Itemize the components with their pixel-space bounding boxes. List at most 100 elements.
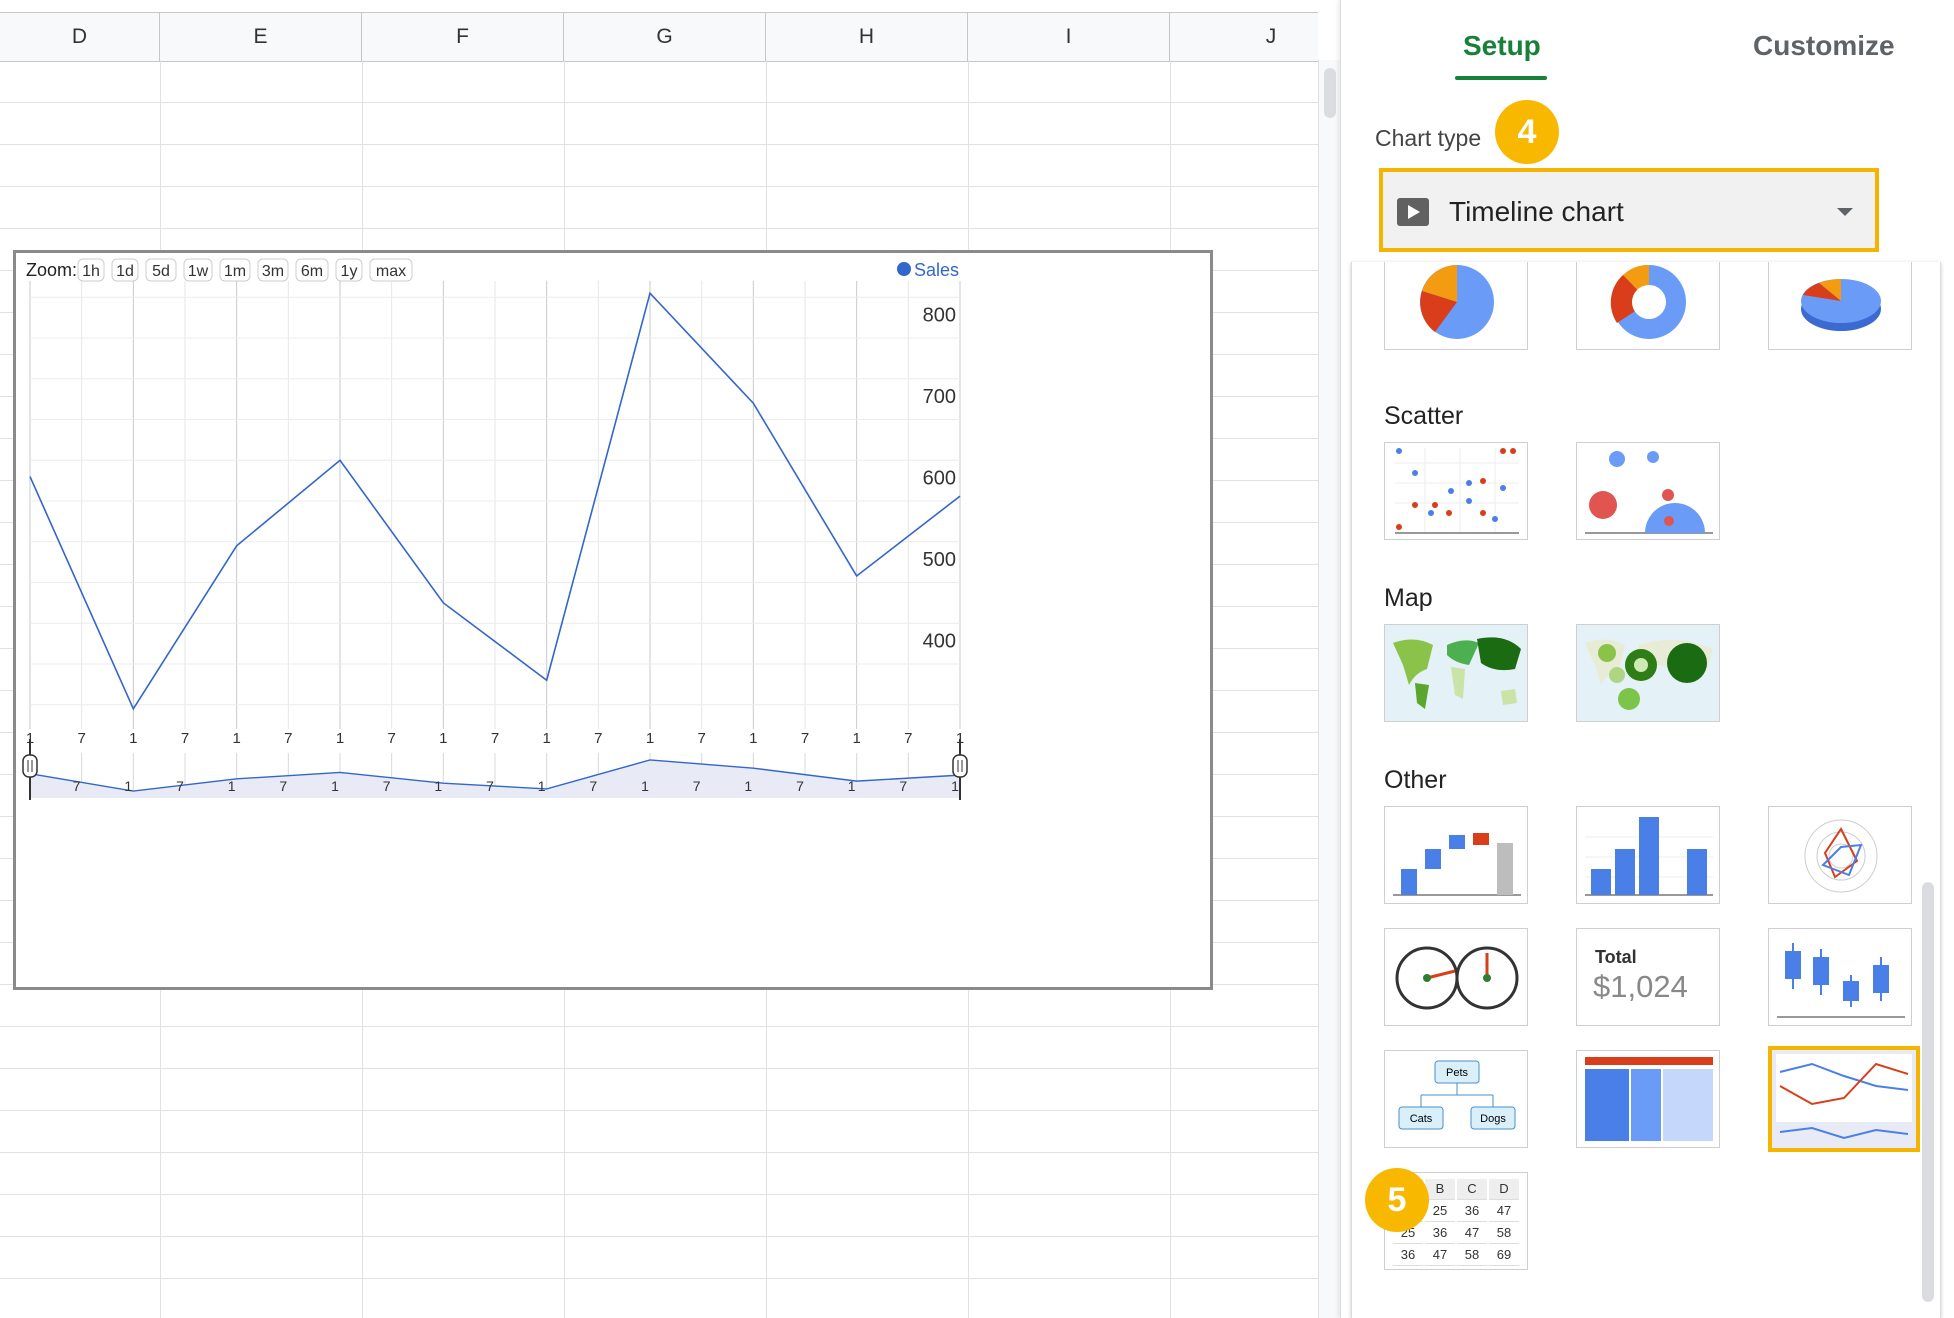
range-tick-label: 1	[228, 778, 236, 794]
column-header-j[interactable]: J	[1170, 13, 1318, 61]
grid-row-line	[0, 1068, 1318, 1069]
x-tick-label: 7	[77, 730, 85, 747]
timeline-chart-icon	[1397, 198, 1429, 226]
table-thumb-cell: 36	[1393, 1245, 1423, 1266]
zoom-button-label: 3m	[262, 263, 284, 280]
y-tick-label-500: 500	[923, 549, 956, 571]
radar-chart-thumb[interactable]	[1768, 806, 1912, 904]
range-handle-left	[22, 754, 38, 778]
range-tick-label: 7	[899, 778, 907, 794]
tab-setup[interactable]: Setup	[1463, 30, 1541, 62]
3d-pie-chart-thumb[interactable]	[1768, 262, 1912, 350]
legend-marker	[897, 262, 911, 276]
timeline-chart-svg: Zoom: 1h 1d 5d 1w 1m 3m 6m 1y max Sales 800 700 600 50…	[22, 258, 968, 800]
range-tick-label: 7	[693, 778, 701, 794]
x-tick-label: 1	[439, 730, 447, 747]
y-tick-label-400: 400	[923, 631, 956, 653]
range-tick-label: 7	[73, 778, 81, 794]
range-tick-label: 1	[434, 778, 442, 794]
section-other: Other	[1384, 766, 1447, 794]
donut-chart-icon	[1610, 264, 1686, 339]
tab-customize[interactable]: Customize	[1753, 30, 1895, 62]
range-tick-label: 7	[176, 778, 184, 794]
column-header-i[interactable]: I	[968, 13, 1170, 61]
zoom-button-label: max	[376, 263, 406, 280]
org-left-label: Cats	[1410, 1113, 1433, 1125]
column-header-h[interactable]: H	[766, 13, 968, 61]
column-header-g[interactable]: G	[564, 13, 766, 61]
range-tick-label: 1	[744, 778, 752, 794]
chart-type-gallery[interactable]: Scatter Map Other Total $1,024 Pets Cats…	[1351, 262, 1941, 1318]
treemap-chart-icon	[1585, 1057, 1713, 1141]
grid-row-line	[0, 1236, 1318, 1237]
range-tick-label: 1	[848, 778, 856, 794]
chart-type-value: Timeline chart	[1449, 196, 1624, 227]
org-chart-icon: Pets Cats Dogs	[1398, 1060, 1516, 1130]
geo-markers-icon	[1577, 625, 1719, 721]
legend-sales: Sales	[914, 260, 959, 280]
org-chart-thumb[interactable]: Pets Cats Dogs	[1384, 1050, 1528, 1148]
chart-type-dropdown[interactable]: Timeline chart	[1379, 168, 1879, 252]
waterfall-chart-thumb[interactable]	[1384, 806, 1528, 904]
x-tick-label: 1	[749, 730, 757, 747]
range-tick-label: 7	[486, 778, 494, 794]
range-tick-label: 7	[589, 778, 597, 794]
pie-chart-thumb[interactable]	[1384, 262, 1528, 350]
table-thumb-cell: 47	[1457, 1223, 1487, 1244]
scorecard-chart-thumb[interactable]: Total $1,024	[1576, 928, 1720, 1026]
grid-row-line	[0, 1110, 1318, 1111]
grid-row-line	[0, 186, 1318, 187]
table-thumb-header-cell: C	[1457, 1179, 1487, 1200]
table-thumb-header-cell: D	[1489, 1179, 1519, 1200]
grid-row-line	[0, 144, 1318, 145]
spreadsheet-grid[interactable]: D E F G H I J Zoom: 1h 1d 5d 1w 1m 3m 6m 1y max Sa…	[0, 0, 1318, 1318]
x-tick-label: 7	[284, 730, 292, 747]
range-tick-label: 1	[641, 778, 649, 794]
chart-editor-panel: Setup Customize Chart type 4 Timeline ch…	[1340, 0, 1954, 1318]
x-tick-label: 7	[594, 730, 602, 747]
table-thumb-cell: 47	[1425, 1245, 1455, 1266]
x-tick-label: 7	[387, 730, 395, 747]
gallery-scroll-thumb[interactable]	[1922, 882, 1934, 1302]
section-map: Map	[1384, 584, 1433, 612]
range-tick-label: 1	[951, 778, 959, 794]
x-tick-label: 7	[491, 730, 499, 747]
histogram-chart-icon	[1585, 817, 1713, 896]
table-thumb-cell: 25	[1425, 1201, 1455, 1222]
step-badge-5: 5	[1365, 1168, 1429, 1232]
dropdown-caret-icon	[1837, 208, 1853, 216]
geo-chart-markers-thumb[interactable]	[1576, 624, 1720, 722]
range-tick-label: 1	[538, 778, 546, 794]
x-tick-label: 1	[646, 730, 654, 747]
section-scatter: Scatter	[1384, 402, 1464, 430]
x-tick-label: 1	[336, 730, 344, 747]
sheet-scroll-thumb[interactable]	[1324, 68, 1336, 118]
column-header-e[interactable]: E	[160, 13, 362, 61]
column-header-bar: D E F G H I J	[0, 12, 1318, 62]
bubble-chart-thumb[interactable]	[1576, 442, 1720, 540]
zoom-button-label: 1h	[82, 263, 100, 280]
sheet-vertical-scrollbar[interactable]	[1318, 60, 1341, 1318]
gauge-chart-thumb[interactable]	[1384, 928, 1528, 1026]
donut-chart-thumb[interactable]	[1576, 262, 1720, 350]
timeline-chart[interactable]: Zoom: 1h 1d 5d 1w 1m 3m 6m 1y max Sales 800 700 600 50…	[13, 250, 1213, 990]
scatter-chart-thumb[interactable]	[1384, 442, 1528, 540]
geo-chart-thumb[interactable]	[1384, 624, 1528, 722]
column-header-f[interactable]: F	[362, 13, 564, 61]
x-tick-label: 1	[542, 730, 550, 747]
grid-row-line	[0, 102, 1318, 103]
candlestick-chart-thumb[interactable]	[1768, 928, 1912, 1026]
column-header-d[interactable]: D	[0, 13, 160, 61]
x-tick-label: 7	[904, 730, 912, 747]
x-tick-label: 7	[801, 730, 809, 747]
waterfall-chart-icon	[1393, 833, 1521, 896]
active-tab-indicator	[1455, 76, 1547, 80]
histogram-chart-thumb[interactable]	[1576, 806, 1720, 904]
range-handle-right	[952, 754, 968, 778]
zoom-button-label: 5d	[152, 263, 170, 280]
grid-row-line	[0, 1278, 1318, 1279]
table-thumb-cell: 36	[1457, 1201, 1487, 1222]
treemap-chart-thumb[interactable]	[1576, 1050, 1720, 1148]
x-tick-label: 7	[697, 730, 705, 747]
timeline-chart-thumb[interactable]	[1768, 1046, 1920, 1152]
